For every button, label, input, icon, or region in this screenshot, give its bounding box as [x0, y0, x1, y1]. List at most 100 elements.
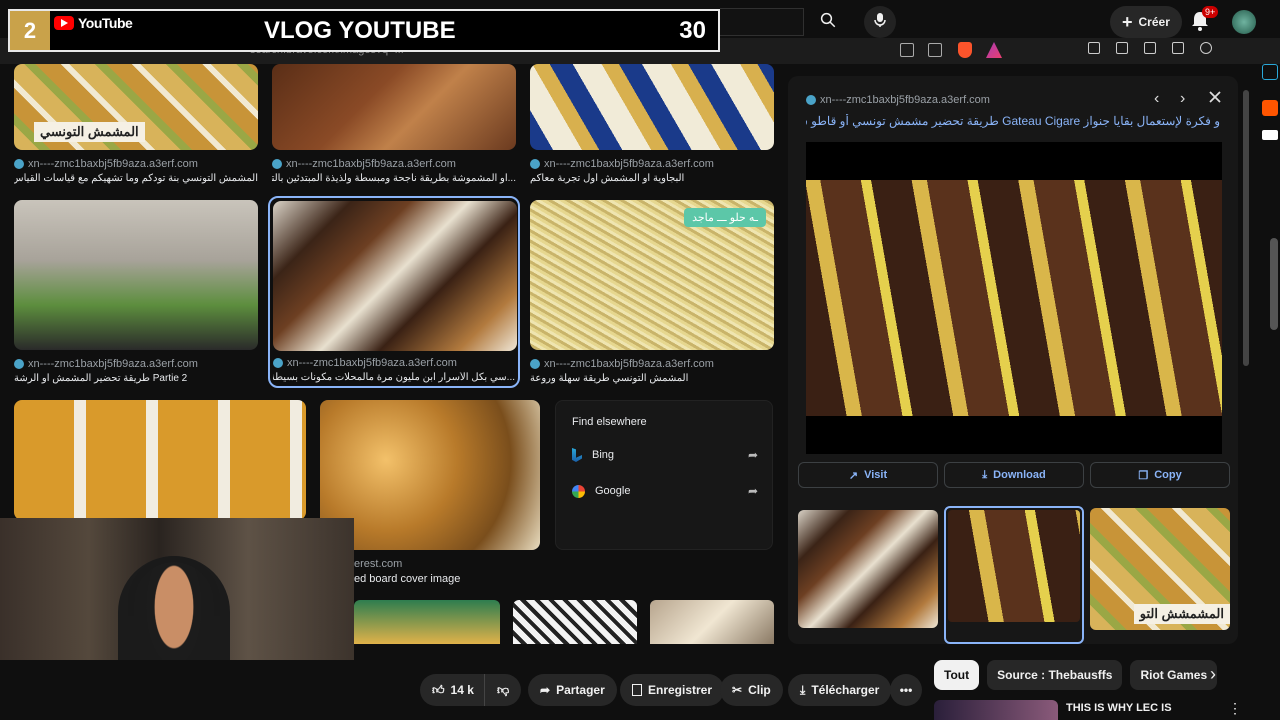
recommended-thumbnail[interactable] [934, 700, 1058, 720]
panel-next-button[interactable]: › [1180, 90, 1185, 108]
clip-button[interactable]: ✂ Clip [720, 674, 783, 706]
notifications-button[interactable]: 9+ [1190, 6, 1219, 36]
avatar[interactable] [1232, 10, 1256, 34]
result-thumbnail[interactable] [273, 201, 517, 351]
chips-next-button[interactable]: › [1210, 664, 1216, 685]
puzzle-icon[interactable] [1172, 42, 1184, 54]
result-thumbnail[interactable] [14, 200, 258, 350]
result-title: ...سي بكل الأسرار ابن مليون مرة مالمحلات… [273, 372, 515, 383]
find-elsewhere-panel: Find elsewhere Bing ➦ Google ➦ [555, 400, 773, 550]
result-title: المشمش التونسي طريقة سهلة وروعة [530, 373, 689, 384]
thumbnail-overlay-text: ـه حلو ـــ ماجد [684, 208, 766, 227]
find-elsewhere-bing[interactable]: Bing ➦ [572, 445, 758, 465]
image-result[interactable]: المشمش التونسي xn----zmc1baxbj5fb9aza.a3… [14, 64, 258, 189]
sidebar-icon[interactable] [1144, 42, 1156, 54]
panel-image[interactable] [806, 142, 1222, 454]
more-actions-button[interactable]: ••• [890, 674, 922, 706]
share-page-icon[interactable] [928, 43, 942, 57]
result-source: xn----zmc1baxbj5fb9aza.a3erf.com [272, 158, 516, 170]
globe-icon [530, 359, 540, 369]
page-scrollbar[interactable] [1270, 238, 1278, 330]
result-source-text: xn----zmc1baxbj5fb9aza.a3erf.com [286, 158, 456, 170]
panel-close-button[interactable] [1208, 90, 1222, 109]
save-label: Enregistrer [648, 683, 713, 697]
image-result[interactable]: ـه حلو ـــ ماجد xn----zmc1baxbj5fb9aza.a… [530, 200, 774, 385]
image-result[interactable]: xn----zmc1baxbj5fb9aza.a3erf.com البجاوي… [530, 64, 774, 189]
vlog-title-card: 2 YouTube VLOG YOUTUBE 30 [8, 9, 720, 52]
related-thumbnail[interactable]: المشمشش التو [1090, 508, 1230, 630]
globe-icon [272, 159, 282, 169]
recommended-menu-icon[interactable]: ⋮ [1228, 700, 1242, 717]
result-thumbnail[interactable] [513, 600, 637, 644]
copy-button[interactable]: ❐ Copy [1090, 462, 1230, 488]
translate-icon[interactable] [900, 43, 914, 57]
sidebar-tab-icon[interactable] [1262, 100, 1278, 116]
search-icon [819, 11, 837, 34]
chip-all[interactable]: Tout [934, 660, 980, 690]
create-label: Créer [1138, 15, 1170, 29]
panel-prev-button[interactable]: ‹ [1154, 90, 1159, 108]
result-source: xn----zmc1baxbj5fb9aza.a3erf.com [14, 158, 258, 170]
share-arrow-icon: ➦ [747, 484, 758, 498]
sidebar-tab-icon[interactable] [1262, 130, 1278, 140]
thumbnail-arabic-text: المشمشش التو [1133, 604, 1230, 624]
download-button[interactable]: ⤓ Download [944, 462, 1084, 488]
close-icon [1208, 91, 1222, 108]
search-button[interactable] [806, 6, 850, 38]
save-button[interactable]: Enregistrer [620, 674, 725, 706]
search-box[interactable] [720, 8, 804, 36]
bing-icon [572, 448, 582, 462]
result-source-text: erest.com [354, 558, 403, 570]
download-video-button[interactable]: ⤓ Télécharger [788, 674, 892, 706]
plus-icon: + [1122, 12, 1133, 32]
panel-title[interactable]: و فكرة لإستعمال بقايا جنواز Gateau Cigar… [806, 114, 1220, 128]
result-title: ...او المشموشة بطريقة ناجحة ومبسطة ولذيذ… [272, 173, 516, 184]
result-source-text: xn----zmc1baxbj5fb9aza.a3erf.com [28, 358, 198, 370]
result-source-text: xn----zmc1baxbj5fb9aza.a3erf.com [287, 357, 457, 369]
result-thumbnail[interactable] [530, 64, 774, 150]
create-button[interactable]: + Créer [1110, 6, 1182, 38]
result-thumbnail[interactable] [14, 400, 306, 520]
chip-riot-games[interactable]: Riot Games [1130, 660, 1218, 690]
settings-icon[interactable] [1200, 42, 1212, 54]
globe-icon [14, 359, 24, 369]
panel-scrollbar[interactable] [1243, 90, 1249, 366]
bookmark-icon [632, 684, 642, 696]
share-button[interactable]: ➦ Partager [528, 674, 617, 706]
result-thumbnail[interactable] [354, 600, 500, 644]
image-result[interactable]: xn----zmc1baxbj5fb9aza.a3erf.com ...او ا… [272, 64, 516, 189]
result-thumbnail[interactable]: المشمش التونسي [14, 64, 258, 150]
share-arrow-icon: ➦ [747, 448, 758, 462]
result-source: xn----zmc1baxbj5fb9aza.a3erf.com [530, 158, 774, 170]
visit-label: Visit [864, 469, 888, 481]
result-thumbnail[interactable] [272, 64, 516, 150]
dislike-button[interactable]: 👎︎ [484, 674, 522, 706]
result-thumbnail[interactable] [650, 600, 774, 644]
like-count: 14 k [450, 683, 474, 697]
like-button[interactable]: 👍︎ 14 k [420, 674, 486, 706]
youtube-play-icon [54, 16, 74, 30]
find-elsewhere-google[interactable]: Google ➦ [572, 481, 758, 501]
recommended-title[interactable]: THIS IS WHY LEC IS [1066, 702, 1172, 714]
result-source: xn----zmc1baxbj5fb9aza.a3erf.com [273, 357, 515, 369]
download-icon: ⤓ [982, 468, 988, 481]
globe-icon [273, 358, 283, 368]
result-thumbnail[interactable]: ـه حلو ـــ ماجد [530, 200, 774, 350]
voice-search-button[interactable] [864, 6, 896, 38]
image-detail-panel: xn----zmc1baxbj5fb9aza.a3erf.com ‹ › و ف… [788, 76, 1238, 644]
visit-button[interactable]: ↗ Visit [798, 462, 938, 488]
image-result[interactable]: xn----zmc1baxbj5fb9aza.a3erf.com Partie … [14, 200, 258, 385]
related-thumbnail-selected[interactable] [944, 506, 1084, 644]
brave-shield-icon[interactable] [958, 42, 972, 58]
download-video-label: Télécharger [811, 683, 880, 697]
browser-sidebar [1262, 56, 1280, 176]
bell-icon [1190, 12, 1210, 36]
extension-icon[interactable] [1088, 42, 1100, 54]
related-thumbnail[interactable] [798, 510, 938, 628]
youtube-logo: YouTube [54, 15, 133, 31]
chip-source[interactable]: Source : Thebausffs [987, 660, 1123, 690]
music-icon[interactable] [1116, 42, 1128, 54]
image-result-selected[interactable]: xn----zmc1baxbj5fb9aza.a3erf.com ...سي ب… [268, 196, 520, 388]
sidebar-tab-icon[interactable] [1262, 64, 1278, 80]
extensions-strip [1088, 42, 1258, 58]
